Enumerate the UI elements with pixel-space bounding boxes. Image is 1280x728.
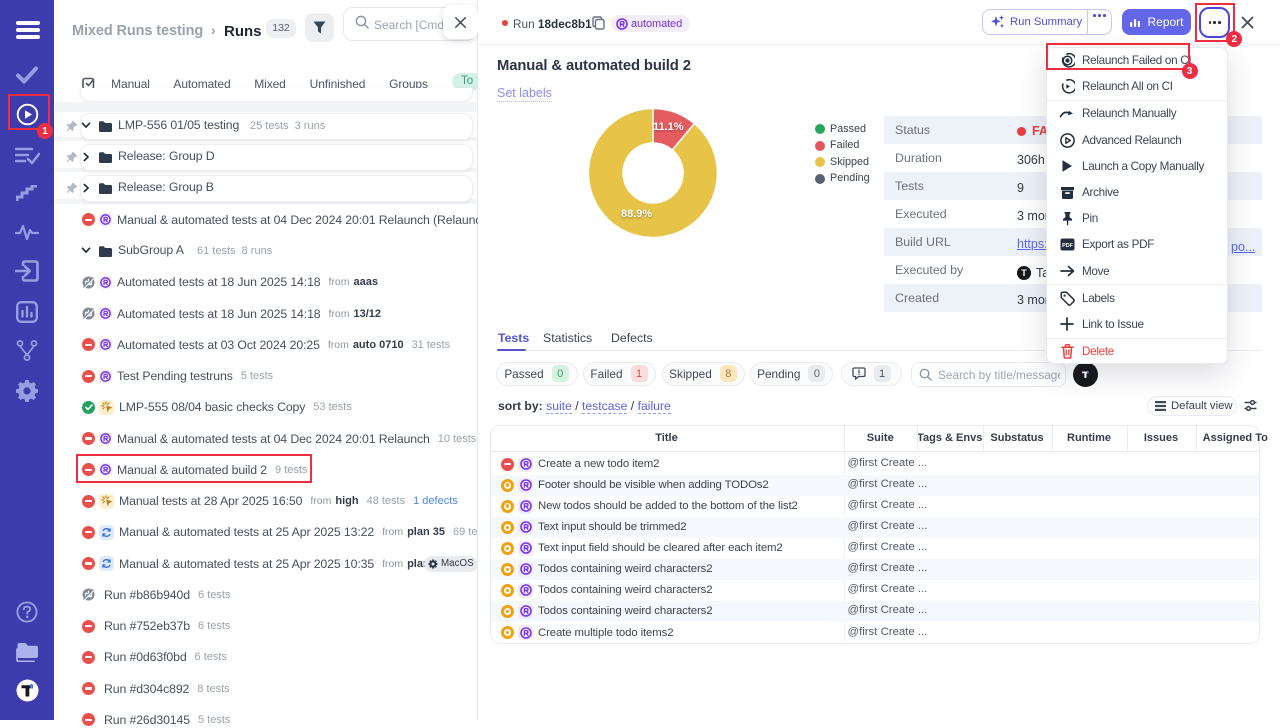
svg-text:PDF: PDF bbox=[1062, 243, 1073, 249]
